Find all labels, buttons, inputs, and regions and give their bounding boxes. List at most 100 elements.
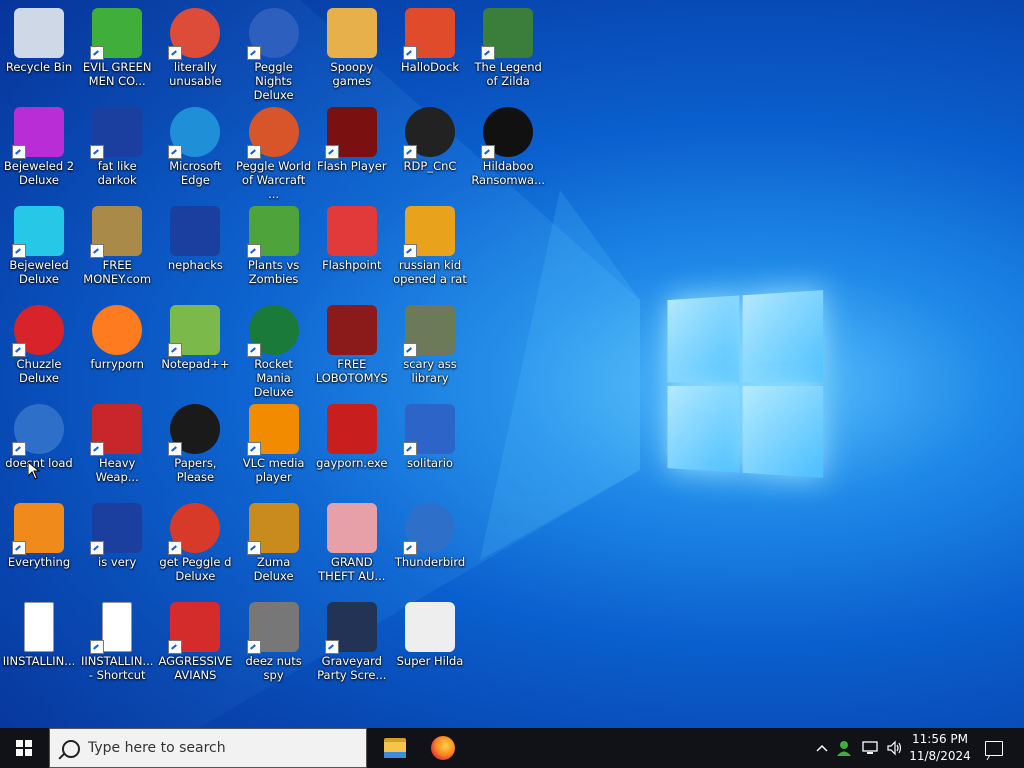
- desktop-icon[interactable]: Notepad++: [157, 301, 233, 371]
- shortcut-arrow-icon: [12, 145, 26, 159]
- desktop-icon-label: gayporn.exe: [316, 456, 388, 470]
- desktop-icon[interactable]: scary ass library: [392, 301, 468, 385]
- search-icon: [62, 740, 80, 758]
- shortcut-arrow-icon: [90, 244, 105, 258]
- desktop-icon[interactable]: IINSTALLIN...: [1, 598, 77, 668]
- desktop-icon[interactable]: Recycle Bin: [1, 4, 77, 74]
- desktop-icon-label: FREE MONEY.com: [83, 258, 152, 286]
- windows-logo-wallpaper: [667, 290, 825, 480]
- desktop-icon[interactable]: Microsoft Edge: [157, 103, 233, 187]
- desktop-icon[interactable]: Flashpoint: [314, 202, 390, 272]
- desktop-icon-label: Recycle Bin: [5, 60, 73, 74]
- desktop-icon[interactable]: FREE MONEY.com: [79, 202, 155, 286]
- desktop-icon[interactable]: Plants vs Zombies: [236, 202, 312, 286]
- desktop-icon[interactable]: Peggle World of Warcraft ...: [236, 103, 312, 201]
- desktop-icon[interactable]: deez nuts spy: [236, 598, 312, 682]
- desktop-icon-image: [324, 602, 377, 654]
- desktop-icon[interactable]: Super Hilda: [392, 598, 468, 668]
- desktop-icon-label: deez nuts spy: [245, 654, 302, 682]
- desktop-icon-image: [168, 602, 221, 654]
- desktop-icon-label: russian kid opened a rat: [393, 258, 467, 286]
- desktop-icon[interactable]: is very: [79, 499, 155, 569]
- desktop-icon-label: solitario: [407, 456, 453, 470]
- shortcut-arrow-icon: [90, 541, 105, 555]
- desktop-icon[interactable]: EVIL GREEN MEN CO...: [79, 4, 155, 88]
- desktop-icon-image: [168, 503, 221, 555]
- desktop-icon[interactable]: AGGRESSIVE AVIANS: [157, 598, 233, 682]
- desktop-icon[interactable]: GRAND THEFT AU...: [314, 499, 390, 583]
- search-placeholder: Type here to search: [88, 740, 226, 756]
- desktop-icon[interactable]: Rocket Mania Deluxe: [236, 301, 312, 399]
- action-center-button[interactable]: [980, 728, 1008, 768]
- shortcut-arrow-icon: [168, 46, 183, 60]
- desktop-icon-image: [168, 404, 221, 456]
- shortcut-arrow-icon: [12, 442, 26, 456]
- desktop-icon-label: scary ass library: [403, 357, 457, 385]
- shortcut-arrow-icon: [246, 442, 261, 456]
- desktop-icon[interactable]: Heavy Weap...: [79, 400, 155, 484]
- desktop-icon[interactable]: furryporn: [79, 301, 155, 371]
- desktop-icon[interactable]: literally unusable: [157, 4, 233, 88]
- desktop-icon-image: [246, 305, 299, 357]
- network-icon[interactable]: [858, 728, 882, 768]
- firefox-icon: [92, 305, 143, 355]
- shortcut-arrow-icon: [90, 442, 105, 456]
- taskbar-clock[interactable]: 11:56 PM 11/8/2024: [905, 731, 975, 765]
- desktop-icon-label: GRAND THEFT AU...: [318, 555, 386, 583]
- desktop-icon[interactable]: get Peggle d Deluxe: [157, 499, 233, 583]
- desktop-icon[interactable]: IINSTALLIN... - Shortcut: [79, 598, 155, 682]
- desktop-icon-label: Graveyard Party Scre...: [317, 654, 387, 682]
- shortcut-arrow-icon: [481, 145, 496, 159]
- desktop-icon-image: [12, 404, 64, 456]
- desktop-icon-label: nephacks: [167, 258, 223, 272]
- desktop-icon-label: AGGRESSIVE AVIANS: [158, 654, 233, 682]
- desktop-icon-image: [12, 305, 64, 357]
- shortcut-arrow-icon: [168, 343, 183, 357]
- desktop-icon[interactable]: Hildaboo Ransomwa...: [470, 103, 546, 187]
- desktop-icon[interactable]: Chuzzle Deluxe: [1, 301, 77, 385]
- volume-icon[interactable]: [884, 728, 906, 768]
- desktop-icon-image: [326, 206, 377, 256]
- desktop-icon-label: Hildaboo Ransomwa...: [471, 159, 546, 187]
- desktop-icon[interactable]: Bejeweled Deluxe: [1, 202, 77, 286]
- tray-user-icon[interactable]: [834, 728, 856, 768]
- desktop-icon[interactable]: Graveyard Party Scre...: [314, 598, 390, 682]
- desktop-icon[interactable]: The Legend of Zilda: [470, 4, 546, 88]
- desktop-icon[interactable]: VLC media player: [236, 400, 312, 484]
- start-button[interactable]: [0, 728, 48, 768]
- desktop-icon-label: Heavy Weap...: [95, 456, 139, 484]
- desktop-icon[interactable]: gayporn.exe: [314, 400, 390, 470]
- desktop-icon[interactable]: Peggle Nights Deluxe: [236, 4, 312, 102]
- desktop-icon[interactable]: russian kid opened a rat: [392, 202, 468, 286]
- shortcut-arrow-icon: [12, 541, 26, 555]
- desktop-icon[interactable]: fat like darkok: [79, 103, 155, 187]
- desktop-icon[interactable]: FREE LOBOTOMYS: [314, 301, 390, 385]
- desktop-icon-label: Peggle Nights Deluxe: [253, 60, 294, 102]
- desktop-icon[interactable]: RDP_CnC: [392, 103, 468, 173]
- desktop-icon[interactable]: Papers, Please: [157, 400, 233, 484]
- desktop-icon[interactable]: Everything: [1, 499, 77, 569]
- desktop-icon-image: [403, 305, 455, 357]
- shortcut-arrow-icon: [403, 145, 417, 159]
- recycle-bin-icon: [14, 8, 64, 58]
- desktop-icon[interactable]: HalloDock: [392, 4, 468, 74]
- taskbar-file-explorer[interactable]: [371, 728, 419, 768]
- desktop-icon-image: [170, 206, 221, 256]
- taskbar-firefox[interactable]: [419, 728, 467, 768]
- desktop-icon[interactable]: Bejeweled 2 Deluxe: [1, 103, 77, 187]
- desktop-icon[interactable]: Thunderbird: [392, 499, 468, 569]
- shortcut-arrow-icon: [246, 541, 261, 555]
- desktop-icon-label: Everything: [7, 555, 71, 569]
- desktop-icon[interactable]: Flash Player: [314, 103, 390, 173]
- desktop-icon[interactable]: Zuma Deluxe: [236, 499, 312, 583]
- desktop-icon-image: [92, 305, 143, 355]
- desktop-icon[interactable]: doesnt load: [1, 400, 77, 470]
- desktop-icon-label: Plants vs Zombies: [247, 258, 300, 286]
- show-hidden-icons-button[interactable]: [812, 728, 832, 768]
- desktop-icon-label: Flash Player: [317, 159, 387, 173]
- desktop-icon-label: Microsoft Edge: [169, 159, 222, 187]
- desktop-icon[interactable]: solitario: [392, 400, 468, 470]
- desktop-icon[interactable]: nephacks: [157, 202, 233, 272]
- desktop-icon[interactable]: Spoopy games: [314, 4, 390, 88]
- taskbar-search-box[interactable]: Type here to search: [49, 728, 367, 768]
